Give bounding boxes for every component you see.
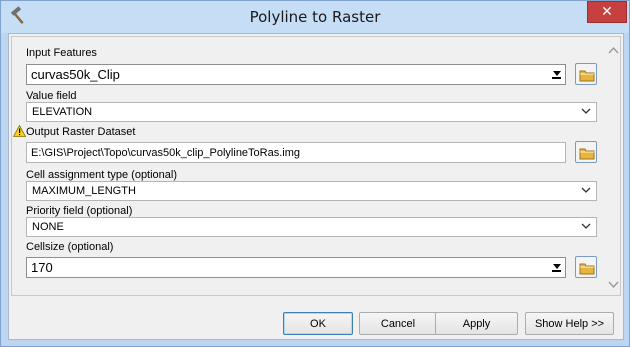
- chevron-down-icon: [581, 187, 591, 193]
- close-icon: ✕: [601, 4, 613, 20]
- output-raster-browse-button[interactable]: [575, 141, 597, 163]
- input-features-browse-button[interactable]: [575, 63, 597, 85]
- output-raster-input[interactable]: E:\GIS\Project\Topo\curvas50k_clip_Polyl…: [26, 142, 566, 163]
- input-features-label: Input Features: [26, 47, 97, 59]
- chevron-down-icon[interactable]: [608, 280, 619, 289]
- cell-assignment-select[interactable]: MAXIMUM_LENGTH: [26, 181, 597, 201]
- value-field-select[interactable]: ELEVATION: [26, 102, 597, 122]
- output-raster-label: Output Raster Dataset: [26, 126, 136, 138]
- cellsize-label: Cellsize (optional): [26, 241, 114, 253]
- window-title: Polyline to Raster: [249, 8, 381, 26]
- parameters-panel: Input Features curvas50k_Clip Value fiel…: [11, 36, 621, 296]
- priority-field-select[interactable]: NONE: [26, 217, 597, 237]
- dropdown-arrow-icon[interactable]: [551, 262, 562, 274]
- ok-button[interactable]: OK: [283, 312, 353, 335]
- priority-field-value: NONE: [32, 221, 64, 233]
- folder-icon: [579, 263, 595, 275]
- apply-button[interactable]: Apply: [435, 312, 518, 335]
- output-raster-value: E:\GIS\Project\Topo\curvas50k_clip_Polyl…: [31, 147, 301, 159]
- warning-icon: [13, 125, 26, 137]
- dialog-body: Input Features curvas50k_Clip Value fiel…: [8, 33, 624, 340]
- input-features-combo[interactable]: curvas50k_Clip: [26, 64, 566, 85]
- value-field-value: ELEVATION: [32, 106, 93, 118]
- vertical-scrollbar[interactable]: [606, 37, 621, 295]
- value-field-label: Value field: [26, 90, 77, 102]
- input-features-value: curvas50k_Clip: [31, 67, 120, 82]
- dropdown-arrow-icon[interactable]: [551, 69, 562, 81]
- close-button[interactable]: ✕: [587, 1, 627, 23]
- chevron-up-icon[interactable]: [608, 46, 619, 55]
- priority-field-label: Priority field (optional): [26, 205, 133, 217]
- folder-icon: [579, 148, 595, 160]
- dialog-window: Polyline to Raster ✕ Input Features curv…: [0, 0, 630, 347]
- cellsize-combo[interactable]: 170: [26, 257, 566, 278]
- chevron-down-icon: [581, 108, 591, 114]
- dialog-buttons: OK Cancel Apply Show Help >>: [9, 300, 623, 340]
- show-help-button[interactable]: Show Help >>: [525, 312, 614, 335]
- chevron-down-icon: [581, 223, 591, 229]
- cellsize-browse-button[interactable]: [575, 256, 597, 278]
- title-bar[interactable]: Polyline to Raster ✕: [1, 1, 629, 33]
- folder-icon: [579, 70, 595, 82]
- cellsize-value: 170: [31, 260, 53, 275]
- cell-assignment-value: MAXIMUM_LENGTH: [32, 185, 136, 197]
- cancel-button[interactable]: Cancel: [359, 312, 437, 335]
- cell-assignment-label: Cell assignment type (optional): [26, 169, 178, 181]
